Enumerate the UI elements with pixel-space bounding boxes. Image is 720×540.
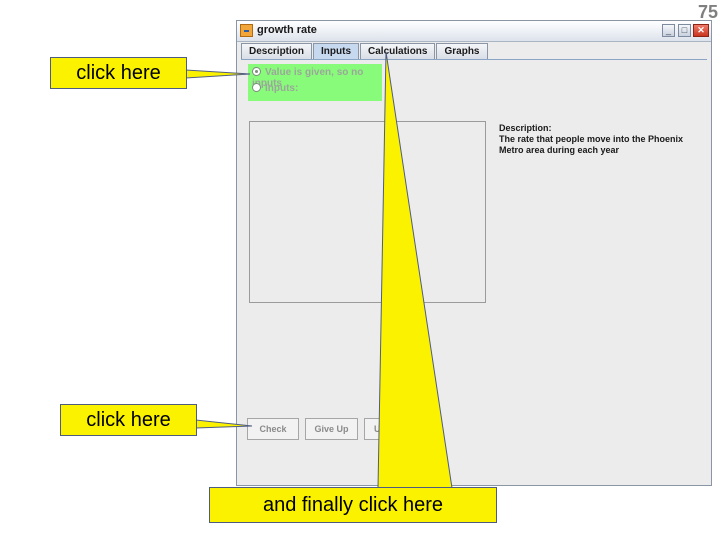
callout-click-here-middle: click here xyxy=(60,404,197,436)
pointer-bottom-callout xyxy=(377,51,453,489)
pointer-middle-callout xyxy=(195,419,253,429)
pointer-top-callout xyxy=(185,69,251,79)
callout-click-here-top: click here xyxy=(50,57,187,89)
callout-finally-click-here: and finally click here xyxy=(209,487,497,523)
